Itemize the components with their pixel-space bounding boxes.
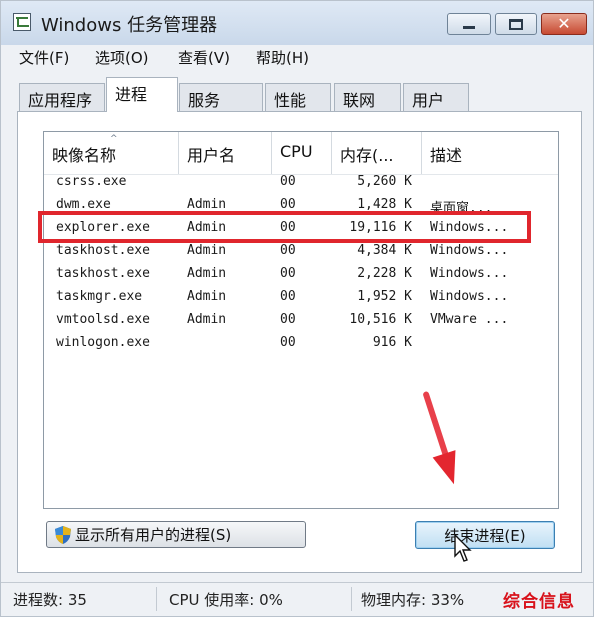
table-row[interactable]: taskhost.exe Admin 00 4,384 K Windows... [44, 240, 558, 263]
cell-user: Admin [187, 312, 227, 327]
cell-user: Admin [187, 266, 227, 281]
cell-description: Windows... [430, 266, 509, 281]
status-physical-memory: 物理内存: 33% [361, 591, 465, 609]
table-row[interactable]: winlogon.exe 00 916 K [44, 332, 558, 355]
tab-applications[interactable]: 应用程序 [19, 83, 105, 111]
cell-description: Windows... [430, 243, 509, 258]
sort-arrow-icon: ^ [110, 134, 118, 144]
cell-memory: 1,428 K [357, 197, 412, 212]
table-row[interactable]: csrss.exe 00 5,260 K [44, 171, 558, 194]
cell-cpu: 00 [280, 289, 296, 304]
cell-image-name: taskhost.exe [56, 266, 150, 281]
cell-cpu: 00 [280, 266, 296, 281]
process-list[interactable]: ^ 映像名称 用户名 CPU 内存(... 描述 csrss.exe 00 5,… [43, 131, 559, 509]
table-row[interactable]: taskmgr.exe Admin 00 1,952 K Windows... [44, 286, 558, 309]
column-header-image-name[interactable]: ^ 映像名称 [44, 132, 179, 174]
cell-cpu: 00 [280, 335, 296, 350]
cell-image-name: winlogon.exe [56, 335, 150, 350]
menu-help[interactable]: 帮助(H) [256, 47, 309, 68]
close-button[interactable]: ✕ [541, 13, 587, 35]
end-process-button[interactable]: 结束进程(E) [415, 521, 555, 549]
window-title: Windows 任务管理器 [41, 15, 218, 36]
column-header-description[interactable]: 描述 [422, 132, 558, 174]
cell-cpu: 00 [280, 197, 296, 212]
cell-user: Admin [187, 243, 227, 258]
cell-image-name: taskhost.exe [56, 243, 150, 258]
tab-networking[interactable]: 联网 [334, 83, 401, 111]
title-bar: Windows 任务管理器 ✕ [1, 1, 593, 45]
status-process-count: 进程数: 35 [13, 591, 87, 609]
cell-memory: 916 K [372, 335, 412, 350]
status-divider [351, 587, 352, 611]
cell-memory: 10,516 K [349, 312, 412, 327]
task-manager-window: Windows 任务管理器 ✕ 文件(F) 选项(O) 查看(V) 帮助(H) … [0, 0, 594, 617]
column-header-cpu[interactable]: CPU [272, 132, 332, 174]
uac-shield-icon [55, 526, 71, 544]
cell-description: VMware ... [430, 312, 509, 327]
cell-memory: 4,384 K [357, 243, 412, 258]
close-icon: ✕ [557, 14, 571, 33]
cell-cpu: 00 [280, 243, 296, 258]
tab-performance[interactable]: 性能 [265, 83, 331, 111]
cell-memory: 5,260 K [357, 174, 412, 189]
cell-image-name: csrss.exe [56, 174, 127, 189]
tab-services[interactable]: 服务 [179, 83, 263, 111]
column-header-memory[interactable]: 内存(... [332, 132, 422, 174]
status-cpu-usage: CPU 使用率: 0% [169, 591, 283, 609]
column-header-user[interactable]: 用户名 [179, 132, 272, 174]
cell-cpu: 00 [280, 174, 296, 189]
cell-memory: 2,228 K [357, 266, 412, 281]
menu-file[interactable]: 文件(F) [19, 47, 69, 68]
watermark-text: 综合信息 [503, 592, 575, 612]
tab-processes[interactable]: 进程 [106, 77, 178, 112]
tab-users[interactable]: 用户 [403, 83, 469, 111]
column-header-label: 映像名称 [52, 146, 117, 165]
menu-options[interactable]: 选项(O) [95, 47, 149, 68]
table-row[interactable]: vmtoolsd.exe Admin 00 10,516 K VMware ..… [44, 309, 558, 332]
cell-user: Admin [187, 197, 227, 212]
menu-view[interactable]: 查看(V) [178, 47, 230, 68]
minimize-button[interactable] [447, 13, 491, 35]
maximize-icon [509, 18, 523, 30]
app-icon [13, 13, 31, 31]
highlight-annotation [38, 211, 531, 243]
menu-bar: 文件(F) 选项(O) 查看(V) 帮助(H) [1, 45, 593, 71]
cell-description: Windows... [430, 289, 509, 304]
cell-memory: 1,952 K [357, 289, 412, 304]
show-all-users-label: 显示所有用户的进程(S) [75, 526, 232, 544]
cell-image-name: vmtoolsd.exe [56, 312, 150, 327]
minimize-icon [463, 25, 475, 29]
maximize-button[interactable] [495, 13, 537, 35]
table-row[interactable]: taskhost.exe Admin 00 2,228 K Windows... [44, 263, 558, 286]
cell-image-name: taskmgr.exe [56, 289, 143, 304]
mouse-cursor-icon [454, 534, 472, 562]
cell-cpu: 00 [280, 312, 296, 327]
show-all-users-button[interactable]: 显示所有用户的进程(S) [46, 521, 306, 548]
status-divider [156, 587, 157, 611]
cell-image-name: dwm.exe [56, 197, 111, 212]
cell-user: Admin [187, 289, 227, 304]
